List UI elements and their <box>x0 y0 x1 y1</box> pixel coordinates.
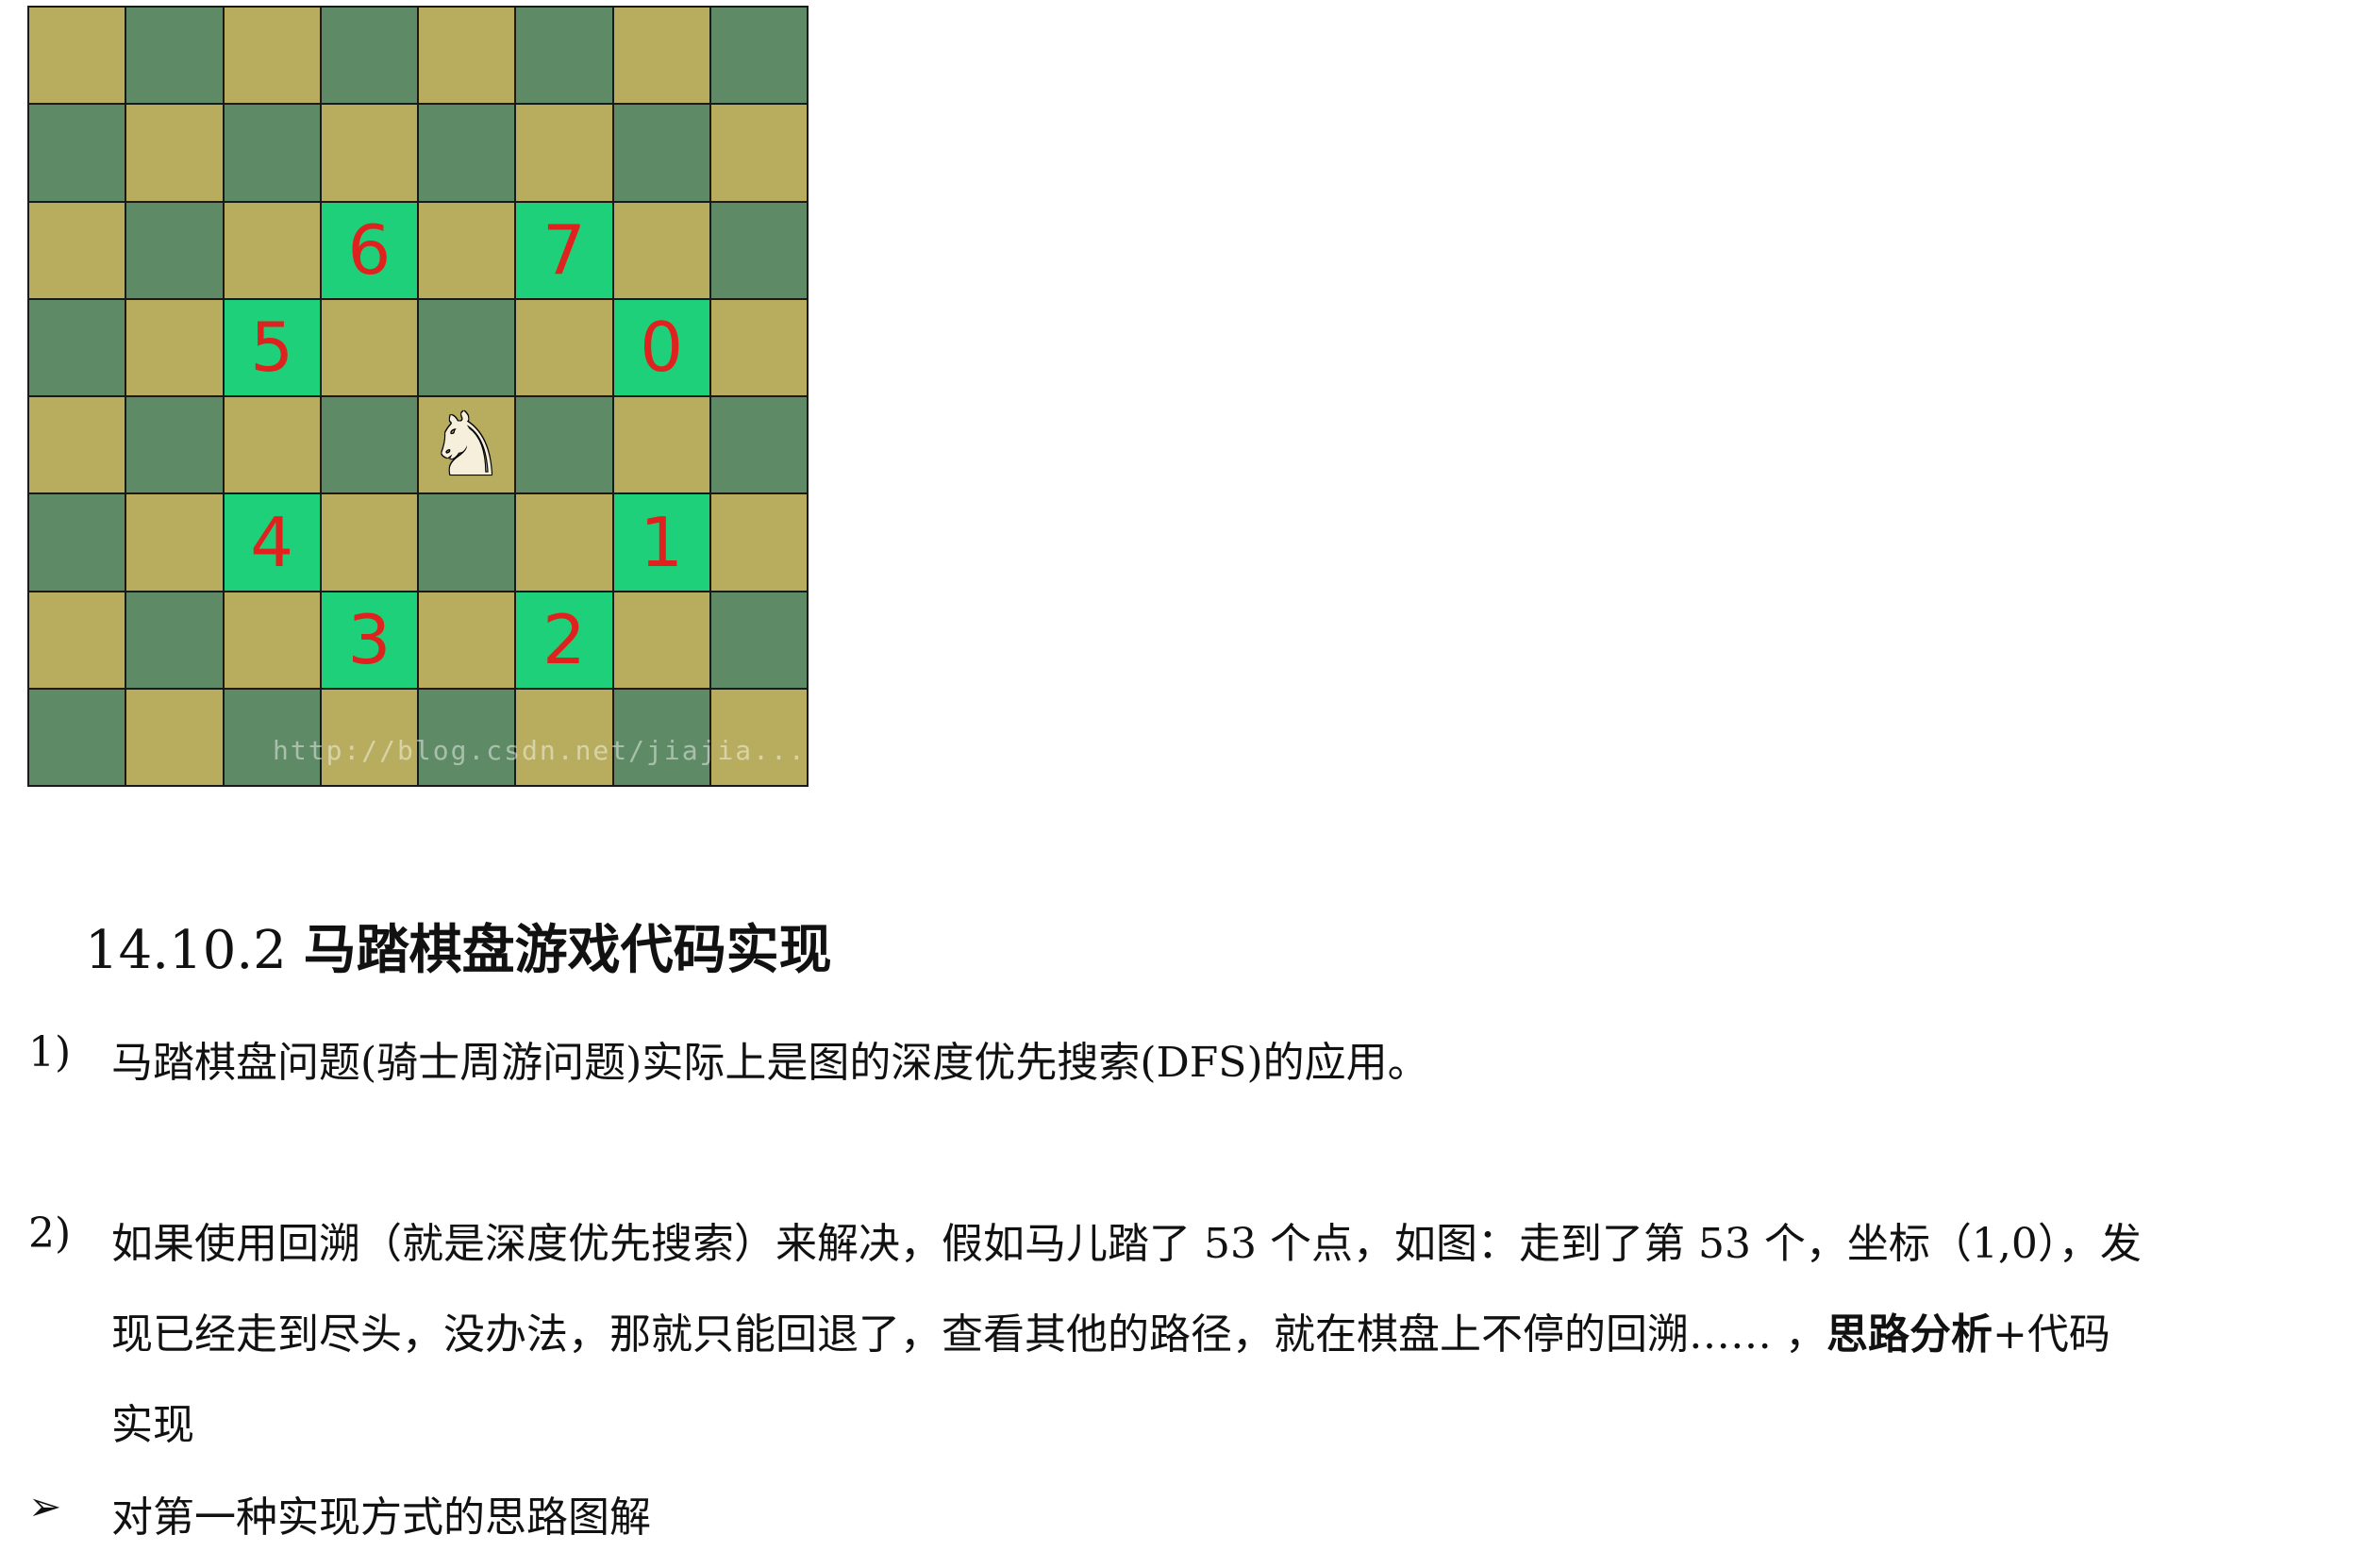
knight-icon: ♞ <box>427 393 506 495</box>
board-square <box>321 299 417 395</box>
board-square <box>710 299 807 395</box>
move-cell: 4 <box>224 494 320 591</box>
list-item-line-2: 现已经走到尽头，没办法，那就只能回退了，查看其他的路径，就在棋盘上不停的回溯……… <box>111 1300 2349 1360</box>
line-2-start: 现已经走到尽头，没办法，那就只能回退了，查看其他的路径，就在棋盘上不停的回溯……… <box>111 1310 1826 1359</box>
move-cell: 3 <box>321 592 417 688</box>
board-square <box>613 105 709 201</box>
board-square <box>710 494 807 591</box>
board-square <box>224 592 320 688</box>
board-square <box>613 202 709 298</box>
move-label: 2 <box>542 600 586 680</box>
board-square <box>29 592 125 688</box>
knight-cell: ♞ <box>419 393 515 495</box>
board-square <box>710 397 807 493</box>
board-square <box>613 592 709 688</box>
list-marker: 1) <box>28 1028 72 1076</box>
move-cell: 6 <box>321 202 417 298</box>
move-cell: 2 <box>516 592 612 688</box>
line-2-bold: 思路分析 <box>1826 1310 1993 1359</box>
move-label: 3 <box>347 600 392 680</box>
move-cell: 0 <box>613 299 709 395</box>
move-label: 0 <box>640 308 684 388</box>
board-square <box>224 105 320 201</box>
board-square <box>419 299 515 395</box>
list-item-line-3: 实现 <box>111 1401 194 1449</box>
move-cell: 7 <box>516 202 612 298</box>
move-label: 7 <box>542 210 586 291</box>
board-square <box>29 397 125 493</box>
board-square <box>126 202 223 298</box>
board-square <box>321 494 417 591</box>
move-label: 6 <box>347 210 392 291</box>
board-square <box>29 105 125 201</box>
board-square <box>29 689 125 785</box>
board-square <box>224 202 320 298</box>
board-square <box>613 8 709 104</box>
board-square <box>126 689 223 785</box>
board-square <box>419 105 515 201</box>
list-item-text: 马踏棋盘问题(骑士周游问题)实际上是图的深度优先搜索(DFS)的应用。 <box>111 1039 1429 1087</box>
move-cell: 1 <box>613 494 709 591</box>
watermark: http://blog.csdn.net/jiajia... <box>273 735 807 766</box>
board-square <box>419 202 515 298</box>
list-marker: 2) <box>28 1209 72 1258</box>
board-square <box>710 8 807 104</box>
chessboard: 6 7 5 0 ♞ 4 1 3 2 <box>27 6 809 787</box>
board-square <box>321 8 417 104</box>
board-square <box>419 8 515 104</box>
board-square <box>613 397 709 493</box>
board-square <box>29 494 125 591</box>
arrow-bullet-icon: ➢ <box>28 1483 62 1529</box>
board-square <box>126 592 223 688</box>
board-square <box>419 494 515 591</box>
board-square <box>29 202 125 298</box>
line-2-end: +代码 <box>1992 1310 2110 1359</box>
bullet-item-text: 对第一种实现方式的思路图解 <box>111 1493 651 1542</box>
board-square <box>710 202 807 298</box>
board-square <box>126 299 223 395</box>
board-square <box>710 592 807 688</box>
move-label: 4 <box>250 502 294 582</box>
board-square <box>419 592 515 688</box>
board-square <box>29 8 125 104</box>
board-square <box>516 8 612 104</box>
board-square <box>224 397 320 493</box>
chessboard-figure: 6 7 5 0 ♞ 4 1 3 2 http://blog.csdn.net/jiajia... <box>27 6 809 787</box>
section-number: 14.10.2 <box>85 920 287 981</box>
board-square <box>224 8 320 104</box>
board-square <box>126 8 223 104</box>
move-cell: 5 <box>224 299 320 395</box>
board-square <box>710 105 807 201</box>
board-square <box>516 494 612 591</box>
list-item-line-1: 如果使用回溯（就是深度优先搜索）来解决，假如马儿踏了 53 个点，如图：走到了第… <box>111 1220 2142 1268</box>
move-label: 5 <box>250 308 294 388</box>
board-square <box>29 299 125 395</box>
board-square <box>516 105 612 201</box>
board-square <box>516 299 612 395</box>
section-title: 马踏棋盘游戏代码实现 <box>303 920 832 981</box>
board-square <box>126 494 223 591</box>
board-square <box>126 397 223 493</box>
move-label: 1 <box>640 502 684 582</box>
board-square <box>321 105 417 201</box>
board-square <box>516 397 612 493</box>
section-heading: 14.10.2 马踏棋盘游戏代码实现 <box>85 908 832 984</box>
board-square <box>321 397 417 493</box>
board-square <box>126 105 223 201</box>
